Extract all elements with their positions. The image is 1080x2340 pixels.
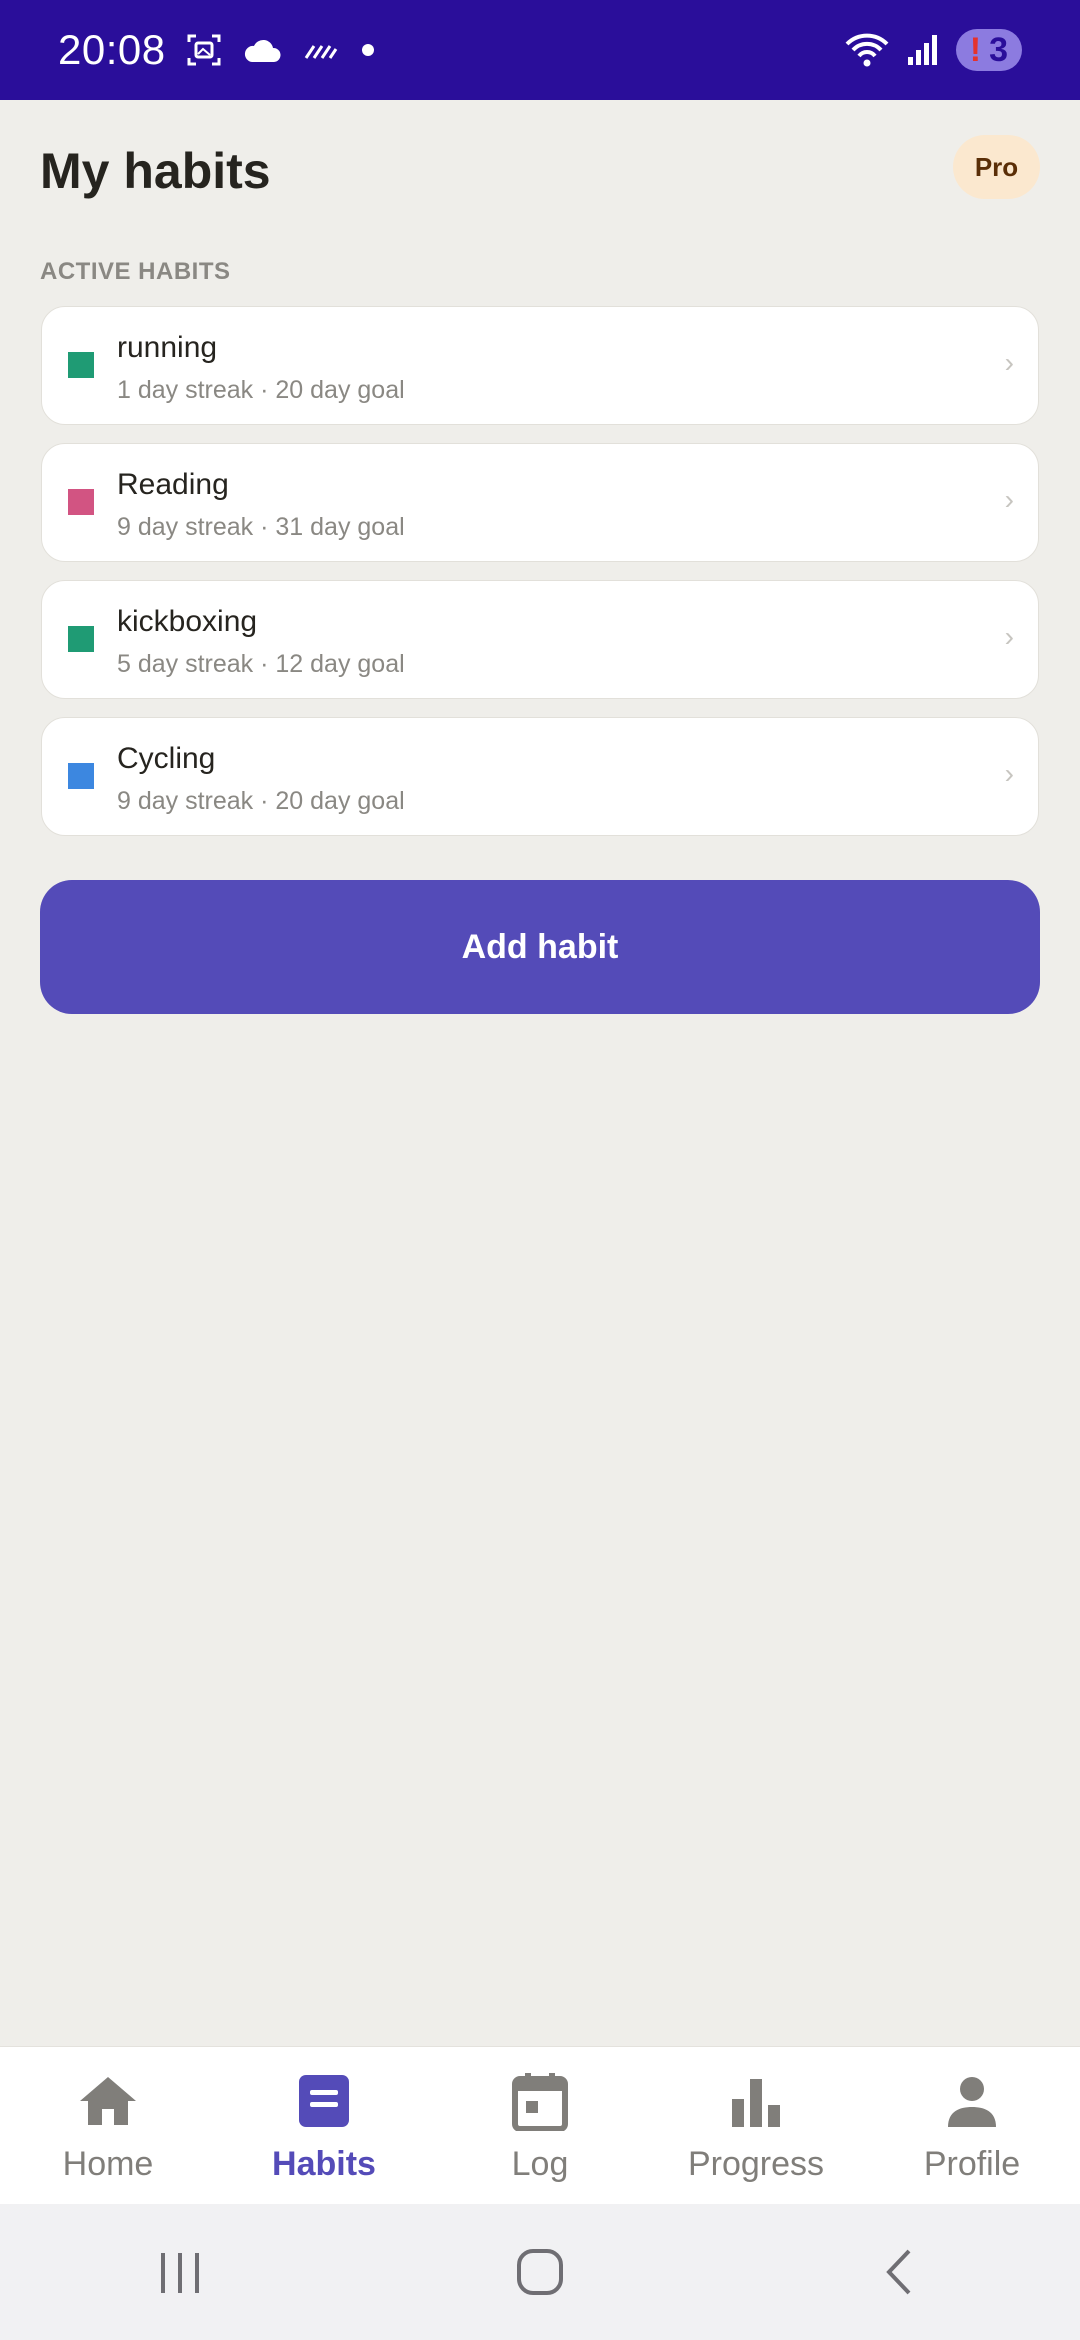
habit-name: Cycling	[117, 742, 216, 775]
nav-label: Profile	[923, 2145, 1021, 2183]
section-label: ACTIVE HABITS	[40, 258, 231, 285]
nav-item-home[interactable]: Home	[0, 2047, 216, 2184]
chevron-right-icon: ›	[1004, 621, 1014, 652]
habit-card-running[interactable]: running 1 day streak · 20 day goal ›	[41, 306, 1039, 425]
notification-count: 3	[989, 30, 1008, 69]
habit-meta: 9 day streak · 20 day goal	[117, 787, 405, 815]
main-content: My habits Pro ACTIVE HABITS running 1 da…	[0, 100, 1080, 2046]
home-icon	[78, 2071, 138, 2131]
wifi-icon	[844, 32, 890, 68]
habit-name: running	[117, 331, 218, 364]
habits-icon	[298, 2071, 350, 2131]
nav-item-progress[interactable]: Progress	[648, 2047, 864, 2184]
habit-card-reading[interactable]: Reading 9 day streak · 31 day goal ›	[41, 443, 1039, 562]
dot-icon	[358, 40, 378, 60]
habit-meta: 9 day streak · 31 day goal	[117, 513, 405, 541]
chevron-right-icon: ›	[1004, 347, 1014, 378]
habit-color-swatch	[68, 489, 94, 515]
chevron-right-icon: ›	[1004, 758, 1014, 789]
nav-label: Home	[62, 2145, 154, 2183]
back-icon[interactable]	[840, 2232, 960, 2312]
pro-badge[interactable]: Pro	[953, 135, 1040, 199]
alert-icon: !	[969, 30, 982, 69]
habit-color-swatch	[68, 763, 94, 789]
page-title: My habits	[40, 143, 271, 199]
habit-card-cycling[interactable]: Cycling 9 day streak · 20 day goal ›	[41, 717, 1039, 836]
nav-item-habits[interactable]: Habits	[216, 2047, 432, 2184]
status-time: 20:08	[58, 26, 166, 73]
nav-item-log[interactable]: Log	[432, 2047, 648, 2184]
person-icon	[944, 2071, 1000, 2131]
habit-name: Reading	[117, 468, 229, 501]
nav-label: Progress	[687, 2145, 825, 2183]
recent-apps-icon[interactable]	[120, 2232, 240, 2312]
chevron-right-icon: ›	[1004, 484, 1014, 515]
home-button-icon[interactable]	[480, 2232, 600, 2312]
nav-item-profile[interactable]: Profile	[864, 2047, 1080, 2184]
notification-badge: ! 3	[955, 29, 1022, 71]
habit-name: kickboxing	[117, 605, 258, 638]
habit-meta: 5 day streak · 12 day goal	[117, 650, 405, 678]
nav-label: Habits	[272, 2145, 376, 2183]
habit-meta: 1 day streak · 20 day goal	[117, 376, 405, 404]
screenshot-icon	[186, 32, 222, 68]
habit-color-swatch	[68, 626, 94, 652]
system-navigation-bar	[0, 2204, 1080, 2340]
status-bar: 20:08 ! 3	[0, 0, 1080, 100]
weather-icon	[302, 38, 338, 62]
nav-label: Log	[511, 2145, 569, 2183]
habit-color-swatch	[68, 352, 94, 378]
add-habit-button[interactable]: Add habit	[40, 880, 1040, 1014]
habit-card-kickboxing[interactable]: kickboxing 5 day streak · 12 day goal ›	[41, 580, 1039, 699]
signal-icon	[906, 33, 940, 67]
habit-list: running 1 day streak · 20 day goal › Rea…	[41, 306, 1039, 854]
bar-chart-icon	[728, 2071, 784, 2131]
bottom-nav: Home Habits Log Progress Profile	[0, 2046, 1080, 2204]
cloud-icon	[242, 36, 282, 64]
calendar-icon	[512, 2071, 568, 2131]
